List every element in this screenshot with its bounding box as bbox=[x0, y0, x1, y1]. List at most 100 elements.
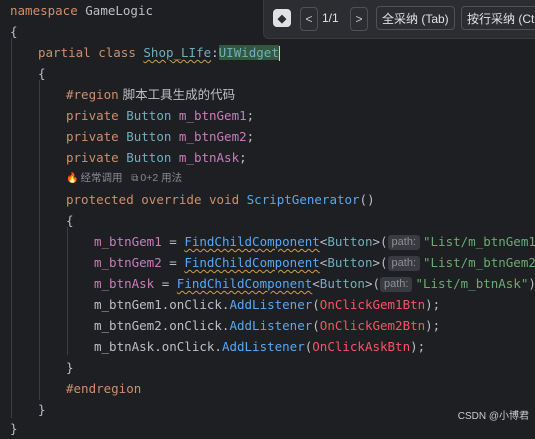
unresolved-symbol: OnClickAskBtn bbox=[312, 339, 411, 354]
code-line[interactable]: } bbox=[10, 418, 18, 439]
code-editor[interactable]: namespace GameLogic { partial class Shop… bbox=[0, 0, 535, 436]
code-line[interactable]: m_btnAsk = FindChildComponent<Button>(pa… bbox=[94, 273, 535, 294]
code-line[interactable]: m_btnGem2 = FindChildComponent<Button>(p… bbox=[94, 252, 535, 273]
code-line[interactable]: private Button m_btnGem1; bbox=[66, 105, 254, 126]
parens: () bbox=[359, 192, 375, 207]
parameter-hint: path: bbox=[380, 277, 413, 292]
generic-type: Button bbox=[319, 276, 365, 291]
field-ref: m_btnGem2 bbox=[94, 255, 162, 270]
code-line[interactable]: } bbox=[66, 357, 74, 378]
keyword-partial: partial bbox=[38, 45, 91, 60]
keyword-private: private bbox=[66, 129, 119, 144]
method-name: ScriptGenerator bbox=[246, 192, 360, 207]
base-class-name: UIWidget bbox=[218, 45, 279, 60]
code-line[interactable]: m_btnGem1.onClick.AddListener(OnClickGem… bbox=[94, 294, 440, 315]
brace: } bbox=[66, 360, 74, 375]
string-literal: "List/m_btnGem2" bbox=[423, 255, 535, 270]
usage-frequency-link[interactable]: 经常调用 bbox=[80, 172, 122, 184]
code-line[interactable]: private Button m_btnGem2; bbox=[66, 126, 254, 147]
generic-close: >( bbox=[364, 276, 381, 291]
parameter-hint: path: bbox=[387, 256, 420, 271]
indent-guide bbox=[11, 38, 12, 418]
close-call: ); bbox=[425, 318, 441, 333]
type-button: Button bbox=[126, 108, 172, 123]
code-line[interactable]: partial class Shop_LIfe:UIWidget bbox=[38, 42, 280, 63]
keyword-private: private bbox=[66, 150, 119, 165]
keyword-void: void bbox=[209, 192, 240, 207]
keyword-namespace: namespace bbox=[10, 3, 78, 18]
close-call: ); bbox=[410, 339, 426, 354]
member-access: m_btnGem1.onClick. bbox=[94, 297, 230, 312]
code-line[interactable]: m_btnAsk.onClick.AddListener(OnClickAskB… bbox=[94, 336, 425, 357]
brace: } bbox=[10, 421, 18, 436]
indent-guide bbox=[67, 227, 68, 355]
keyword-override: override bbox=[141, 192, 202, 207]
code-line[interactable]: m_btnGem2.onClick.AddListener(OnClickGem… bbox=[94, 315, 440, 336]
close-call: ); bbox=[528, 276, 535, 291]
assistant-logo-icon: ◆ bbox=[273, 9, 291, 27]
ai-suggestion-toolbar: ◆ < 1/1 > 全采纳 (Tab) 按行采纳 (Ct bbox=[263, 0, 535, 39]
watermark: CSDN @小博君 bbox=[457, 411, 529, 422]
method-call: AddListener bbox=[229, 318, 313, 333]
generic-type: Button bbox=[327, 234, 373, 249]
text-caret bbox=[278, 46, 280, 61]
semicolon: ; bbox=[246, 108, 255, 123]
indent-guide bbox=[39, 80, 40, 400]
method-call: AddListener bbox=[221, 339, 305, 354]
generic-close: >( bbox=[372, 234, 388, 249]
code-line[interactable]: protected override void ScriptGenerator(… bbox=[66, 189, 375, 210]
colon: : bbox=[211, 45, 219, 60]
code-line[interactable]: #region 脚本工具生成的代码 bbox=[66, 84, 235, 105]
field-ref: m_btnAsk bbox=[94, 276, 155, 291]
method-call: FindChildComponent bbox=[176, 276, 313, 291]
brace: { bbox=[10, 24, 18, 39]
unresolved-symbol: OnClickGem1Btn bbox=[319, 297, 426, 312]
usages-icon: ⧉ bbox=[131, 173, 139, 184]
open-paren: ( bbox=[312, 318, 320, 333]
code-line[interactable]: { bbox=[66, 210, 74, 231]
assign-operator: = bbox=[161, 234, 185, 249]
assign-operator: = bbox=[161, 255, 185, 270]
assign-operator: = bbox=[154, 276, 177, 291]
method-call: FindChildComponent bbox=[184, 255, 320, 270]
generic-close: >( bbox=[372, 255, 388, 270]
type-button: Button bbox=[126, 129, 172, 144]
accept-all-button[interactable]: 全采纳 (Tab) bbox=[376, 6, 455, 30]
code-line[interactable]: namespace GameLogic bbox=[10, 0, 153, 21]
field-name: m_btnAsk bbox=[178, 150, 240, 165]
keyword-private: private bbox=[66, 108, 119, 123]
type-button: Button bbox=[126, 150, 172, 165]
prev-suggestion-button[interactable]: < bbox=[300, 7, 318, 31]
code-vision-hints: 🔥 经常调用 ⧉ 0+2 用法 bbox=[66, 169, 182, 187]
code-line[interactable]: m_btnGem1 = FindChildComponent<Button>(p… bbox=[94, 231, 535, 252]
field-name: m_btnGem2 bbox=[178, 129, 247, 144]
brace: { bbox=[66, 213, 74, 228]
code-line[interactable]: { bbox=[10, 21, 18, 42]
semicolon: ; bbox=[239, 150, 247, 165]
semicolon: ; bbox=[246, 129, 255, 144]
flame-icon: 🔥 bbox=[66, 173, 79, 184]
keyword-protected: protected bbox=[66, 192, 134, 207]
member-access: m_btnAsk.onClick. bbox=[94, 339, 222, 354]
code-line[interactable]: #endregion bbox=[66, 378, 141, 399]
string-literal: "List/m_btnGem1" bbox=[423, 234, 535, 249]
code-line[interactable]: { bbox=[38, 63, 46, 84]
suggestion-counter: 1/1 bbox=[322, 11, 339, 25]
method-call: AddListener bbox=[229, 297, 313, 312]
generic-open: < bbox=[312, 276, 320, 291]
usages-count-link[interactable]: 0+2 用法 bbox=[140, 172, 182, 184]
code-line[interactable]: } bbox=[38, 399, 46, 420]
region-directive: #region bbox=[66, 87, 119, 102]
namespace-name: GameLogic bbox=[85, 3, 153, 18]
brace: { bbox=[38, 66, 46, 81]
unresolved-symbol: OnClickGem2Btn bbox=[319, 318, 426, 333]
field-ref: m_btnGem1 bbox=[94, 234, 162, 249]
string-literal: "List/m_btnAsk" bbox=[415, 276, 529, 291]
next-suggestion-button[interactable]: > bbox=[350, 7, 368, 31]
accept-line-button[interactable]: 按行采纳 (Ct bbox=[461, 6, 535, 30]
method-call: FindChildComponent bbox=[184, 234, 320, 249]
parameter-hint: path: bbox=[387, 235, 420, 250]
open-paren: ( bbox=[312, 297, 320, 312]
code-line[interactable]: private Button m_btnAsk; bbox=[66, 147, 247, 168]
class-name: Shop_LIfe bbox=[143, 45, 212, 60]
